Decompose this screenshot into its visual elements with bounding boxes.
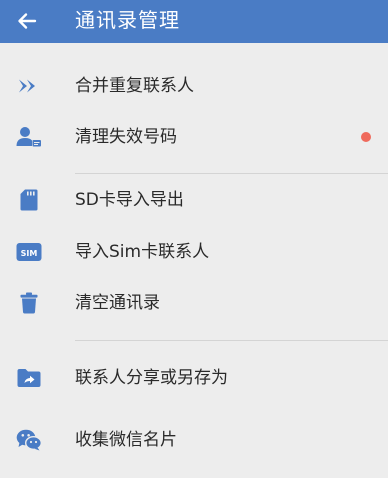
menu-item-sd-card-import-export[interactable]: SD卡导入导出	[0, 176, 388, 224]
menu-item-merge-duplicates[interactable]: 合并重复联系人	[0, 62, 388, 110]
contacts-management-screen: 通讯录管理 合并重复联系人 清理失效号码 SD卡导入导出 SIM 导入Sim卡联…	[0, 0, 388, 478]
trash-icon	[14, 291, 44, 315]
menu-item-clean-invalid-numbers[interactable]: 清理失效号码	[0, 113, 388, 161]
menu-item-label: 收集微信名片	[75, 430, 177, 450]
merge-arrows-icon	[14, 74, 44, 98]
menu-item-share-or-save-contacts[interactable]: 联系人分享或另存为	[0, 354, 388, 402]
section-divider	[75, 173, 388, 174]
svg-text:SIM: SIM	[21, 249, 38, 258]
section-divider	[75, 340, 388, 341]
back-button[interactable]	[12, 6, 42, 36]
wechat-icon	[14, 428, 44, 452]
menu-item-label: 清理失效号码	[75, 127, 177, 147]
folder-share-icon	[14, 366, 44, 390]
sim-card-icon: SIM	[14, 240, 44, 264]
menu-item-label: SD卡导入导出	[75, 190, 184, 210]
menu-item-label: 清空通讯录	[75, 293, 160, 313]
menu-item-collect-wechat-cards[interactable]: 收集微信名片	[0, 416, 388, 464]
menu-item-import-sim-contacts[interactable]: SIM 导入Sim卡联系人	[0, 228, 388, 276]
menu-item-label: 合并重复联系人	[75, 76, 194, 96]
contact-card-icon	[14, 125, 44, 149]
notification-dot	[361, 132, 371, 142]
menu-item-label: 联系人分享或另存为	[75, 368, 228, 388]
app-bar: 通讯录管理	[0, 0, 388, 43]
menu-item-clear-contacts[interactable]: 清空通讯录	[0, 279, 388, 327]
arrow-left-icon	[18, 13, 37, 29]
menu-item-label: 导入Sim卡联系人	[75, 242, 210, 262]
sd-card-icon	[14, 188, 44, 212]
page-title: 通讯录管理	[75, 8, 180, 32]
